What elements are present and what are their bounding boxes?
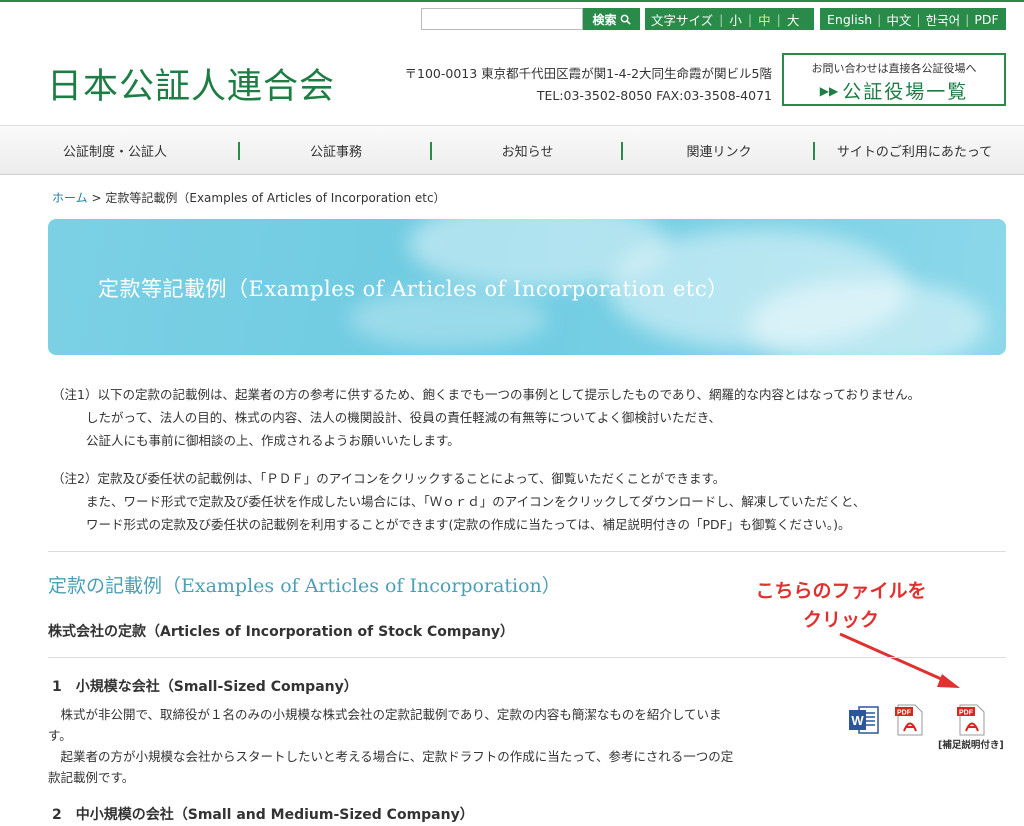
search-button-label: 検索 <box>592 12 617 27</box>
nav-label: 公証事務 <box>309 144 362 160</box>
nav-related-links[interactable]: 関連リンク <box>623 126 815 174</box>
lang-english[interactable]: English <box>827 12 872 27</box>
nav-label: サイトのご利用にあたって <box>836 144 993 160</box>
nav-label: 関連リンク <box>686 144 752 160</box>
double-chevron-icon: ▶▶ <box>819 84 839 98</box>
main-nav: 公証制度・公証人 公証事務 お知らせ 関連リンク サイトのご利用にあたって <box>0 125 1024 175</box>
note-1-line-3: 公証人にも事前に御相談の上、作成されるようお願いいたします。 <box>86 433 460 448</box>
note-2-line-3: ワード形式の定款及び委任状の記載例を利用することができます(定款の作成に当たって… <box>86 517 851 532</box>
breadcrumb: ホーム > 定款等記載例（Examples of Articles of Inc… <box>52 189 446 206</box>
pdf-supplement-download-icon[interactable]: PDF <box>955 703 987 737</box>
svg-text:W: W <box>851 713 864 728</box>
section-title: 定款の記載例（Examples of Articles of Incorpora… <box>48 575 561 597</box>
lang-chinese[interactable]: 中文 <box>886 10 911 29</box>
lang-korean[interactable]: 한국어 <box>926 10 961 29</box>
divider <box>48 657 1006 658</box>
item-desc-line: 起業者の方が小規模な会社からスタートしたいと考える場合に、定款ドラフトの作成に当… <box>48 749 734 764</box>
office-box-title: 公証役場一覧 <box>842 81 969 103</box>
font-size-small[interactable]: 小 <box>729 10 742 29</box>
page-title: 定款等記載例（Examples of Articles of Incorpora… <box>98 277 729 301</box>
search-input[interactable] <box>421 8 583 30</box>
pdf-icon-text: PDF <box>959 710 974 717</box>
nav-site-usage[interactable]: サイトのご利用にあたって <box>815 126 1024 174</box>
annotation-line-1: こちらのファイルを <box>755 580 927 602</box>
note-2: （注2）定款及び委任状の記載例は、「ＰＤＦ」のアイコンをクリックすることによって… <box>52 467 865 536</box>
phone-fax-line: TEL:03-3502-8050 FAX:03-3508-4071 <box>536 88 772 103</box>
breadcrumb-separator: > <box>91 191 102 205</box>
font-size-label: 文字サイズ <box>651 12 714 28</box>
pdf-icon-text: PDF <box>897 710 912 717</box>
item-desc-line: 款記載例です。 <box>48 770 135 785</box>
lang-pdf[interactable]: PDF <box>974 12 998 27</box>
pdf-download-icon[interactable]: PDF <box>893 703 925 737</box>
note-2-line-2: また、ワード形式で定款及び委任状を作成したい場合には、「Ｗｏｒｄ」のアイコンをク… <box>86 494 866 509</box>
item-description: 株式が非公開で、取締役が１名のみの小規模な株式会社の定款記載例であり、定款の内容… <box>48 704 810 788</box>
breadcrumb-home[interactable]: ホーム <box>52 191 88 205</box>
item-title: 1 小規模な会社（Small-Sized Company） <box>52 679 358 695</box>
note-1-line-1: （注1）以下の定款の記載例は、起業者の方の参考に供するため、飽くまでも一つの事例… <box>52 387 921 402</box>
font-size-control: 文字サイズ | 小 | 中 | 大 <box>645 8 814 30</box>
divider <box>48 551 1006 552</box>
note-1-line-2: したがって、法人の目的、株式の内容、法人の機関設計、役員の責任軽減の有無等につい… <box>86 410 722 425</box>
office-box-caption: お問い合わせは直接各公証役場へ <box>811 62 977 75</box>
site-logo[interactable]: 日本公証人連合会 <box>47 58 335 109</box>
address-block: 〒100-0013 東京都千代田区霞が関1-4-2大同生命霞が関ビル5階 TEL… <box>405 63 773 107</box>
item-title: 2 中小規模の会社（Small and Medium-Sized Company… <box>52 807 474 823</box>
search-button[interactable]: 検索 <box>583 8 640 30</box>
nav-notary-services[interactable]: 公証事務 <box>240 126 432 174</box>
font-size-medium[interactable]: 中 <box>758 10 771 29</box>
pdf-supplement-label: [補足説明付き] <box>938 740 1004 751</box>
annotation-arrow-icon <box>839 632 960 688</box>
word-download-icon[interactable]: W <box>848 705 880 735</box>
notary-office-list-button[interactable]: お問い合わせは直接各公証役場へ ▶▶ 公証役場一覧 <box>782 53 1006 106</box>
item-desc-line: す。 <box>48 728 72 743</box>
nav-notary-system[interactable]: 公証制度・公証人 <box>0 126 240 174</box>
nav-label: 公証制度・公証人 <box>62 144 167 160</box>
page-banner: 定款等記載例（Examples of Articles of Incorpora… <box>48 219 1006 355</box>
click-annotation: こちらのファイルを クリック <box>741 577 941 635</box>
note-2-line-1: （注2）定款及び委任状の記載例は、「ＰＤＦ」のアイコンをクリックすることによって… <box>52 471 726 486</box>
address-line: 〒100-0013 東京都千代田区霞が関1-4-2大同生命霞が関ビル5階 <box>404 66 773 81</box>
search-icon <box>620 14 631 25</box>
font-size-large[interactable]: 大 <box>787 10 800 29</box>
breadcrumb-current: 定款等記載例（Examples of Articles of Incorpora… <box>105 191 446 205</box>
note-1: （注1）以下の定款の記載例は、起業者の方の参考に供するため、飽くまでも一つの事例… <box>52 383 920 452</box>
top-accent-line <box>0 0 1024 2</box>
language-links: English | 中文 | 한국어 | PDF <box>820 8 1006 30</box>
item-desc-line: 株式が非公開で、取締役が１名のみの小規模な株式会社の定款記載例であり、定款の内容… <box>48 707 722 722</box>
subsection-title: 株式会社の定款（Articles of Incorporation of Sto… <box>48 624 515 640</box>
nav-label: お知らせ <box>501 144 554 160</box>
nav-news[interactable]: お知らせ <box>432 126 623 174</box>
